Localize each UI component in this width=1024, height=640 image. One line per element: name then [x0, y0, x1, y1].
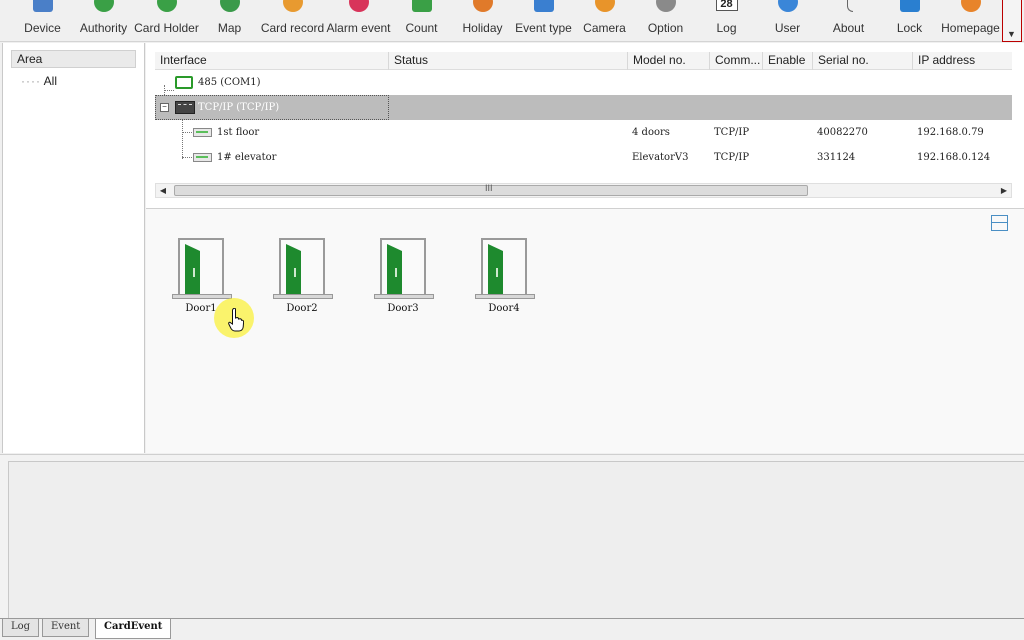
toolbar-homepage-button[interactable]: Homepage: [940, 0, 1001, 42]
door-threshold: [374, 294, 434, 299]
map-icon: [219, 0, 240, 12]
collapse-icon[interactable]: −: [160, 103, 169, 112]
column-enable[interactable]: Enable: [763, 52, 813, 70]
column-interface[interactable]: Interface: [155, 52, 389, 70]
door-1[interactable]: Door1: [170, 238, 254, 338]
door-leaf: [185, 244, 200, 294]
device-icon: [32, 0, 53, 12]
interface-name: 485 (COM1): [198, 77, 261, 88]
tab-log[interactable]: Log: [2, 619, 40, 637]
hand-cursor-icon: [228, 308, 244, 332]
holiday-icon: [472, 0, 493, 12]
bottom-tab-bar: Log Event CardEvent: [0, 618, 1024, 640]
user-icon: [777, 0, 798, 12]
scroll-right-icon[interactable]: ▶: [997, 184, 1011, 197]
column-serial-no[interactable]: Serial no.: [813, 52, 913, 70]
column-status[interactable]: Status: [389, 52, 628, 70]
column-comm[interactable]: Comm...: [710, 52, 763, 70]
door-icon: [380, 238, 426, 296]
device-row-com1[interactable]: 485 (COM1): [155, 70, 1012, 95]
toolbar-alarm-event-button[interactable]: Alarm event: [326, 0, 391, 42]
door-threshold: [475, 294, 535, 299]
device-comm: TCP/IP: [714, 152, 750, 163]
event-type-icon: [533, 0, 554, 12]
tab-event[interactable]: Event: [42, 619, 90, 637]
card-record-icon: [282, 0, 303, 12]
lock-icon: [899, 0, 920, 12]
door-label: Door2: [286, 303, 318, 314]
door-knob: [395, 268, 397, 277]
homepage-icon: [960, 0, 981, 12]
door-threshold: [172, 294, 232, 299]
count-icon: [411, 0, 432, 12]
toolbar-overflow-button[interactable]: ▼: [1002, 0, 1022, 42]
door-leaf: [488, 244, 503, 294]
event-log-content: [8, 461, 1024, 619]
tab-card-event[interactable]: CardEvent: [95, 619, 172, 639]
interface-name: TCP/IP (TCP/IP): [198, 102, 280, 113]
scroll-left-icon[interactable]: ◀: [156, 184, 170, 197]
about-icon: [846, 0, 853, 12]
device-serial: 331124: [817, 152, 856, 163]
door-leaf: [387, 244, 402, 294]
device-grid-header: Interface Status Model no. Comm... Enabl…: [155, 52, 1012, 70]
door-icon: [178, 238, 224, 296]
device-list: Interface Status Model no. Comm... Enabl…: [146, 43, 1024, 208]
toolbar-card-record-button[interactable]: Card record: [261, 0, 324, 42]
device-row-1st-floor[interactable]: 1st floor 4 doors TCP/IP 40082270 192.16…: [155, 120, 1012, 145]
column-model-no[interactable]: Model no.: [628, 52, 710, 70]
grip-icon: III: [485, 183, 493, 193]
door-knob: [294, 268, 296, 277]
device-model: ElevatorV3: [632, 152, 689, 163]
device-model: 4 doors: [632, 127, 670, 138]
alarm-event-icon: [348, 0, 369, 12]
toolbar-map-button[interactable]: Map: [199, 0, 260, 42]
camera-icon: [594, 0, 615, 12]
door-3[interactable]: Door3: [372, 238, 436, 318]
layout-toggle-icon[interactable]: [991, 215, 1008, 231]
device-name: 1st floor: [217, 127, 260, 138]
device-row-tcpip[interactable]: − TCP/IP (TCP/IP): [155, 95, 1012, 120]
door-label: Door4: [488, 303, 520, 314]
chevron-down-icon: ▼: [1007, 29, 1016, 39]
device-ip: 192.168.0.79: [917, 127, 984, 138]
log-icon: 28: [715, 0, 738, 11]
card-holder-icon: [156, 0, 177, 12]
area-header: Area: [11, 50, 136, 68]
door-leaf: [286, 244, 301, 294]
option-icon: [655, 0, 676, 12]
scrollbar-thumb[interactable]: III: [174, 183, 808, 196]
doors-panel: Door1 Door2 Door3 Door4: [146, 208, 1024, 453]
door-threshold: [273, 294, 333, 299]
device-ip: 192.168.0.124: [917, 152, 991, 163]
device-row-elevator[interactable]: 1# elevator ElevatorV3 TCP/IP 331124 192…: [155, 145, 1012, 170]
column-ip-address[interactable]: IP address: [913, 52, 1012, 70]
door-icon: [481, 238, 527, 296]
controller-icon: [193, 153, 212, 162]
door-label: Door3: [387, 303, 419, 314]
toolbar-card-holder-button[interactable]: Card Holder: [134, 0, 199, 42]
door-4[interactable]: Door4: [473, 238, 537, 318]
controller-icon: [193, 128, 212, 137]
main-toolbar: Device Authority Card Holder Map Card re…: [0, 0, 1024, 42]
door-2[interactable]: Door2: [271, 238, 335, 318]
tree-connector: ····: [21, 74, 41, 88]
serial-port-icon: [175, 76, 193, 89]
event-log-panel: [0, 454, 1024, 619]
device-serial: 40082270: [817, 127, 868, 138]
toolbar-authority-button[interactable]: Authority: [73, 0, 134, 42]
door-knob: [193, 268, 195, 277]
door-icon: [279, 238, 325, 296]
authority-icon: [93, 0, 114, 12]
door-knob: [496, 268, 498, 277]
network-icon: [175, 101, 195, 114]
device-comm: TCP/IP: [714, 127, 750, 138]
area-panel: Area ···· All: [2, 43, 145, 453]
horizontal-scrollbar[interactable]: ◀ III ▶: [155, 183, 1012, 198]
device-name: 1# elevator: [217, 152, 277, 163]
area-item-all[interactable]: ···· All: [21, 74, 57, 88]
